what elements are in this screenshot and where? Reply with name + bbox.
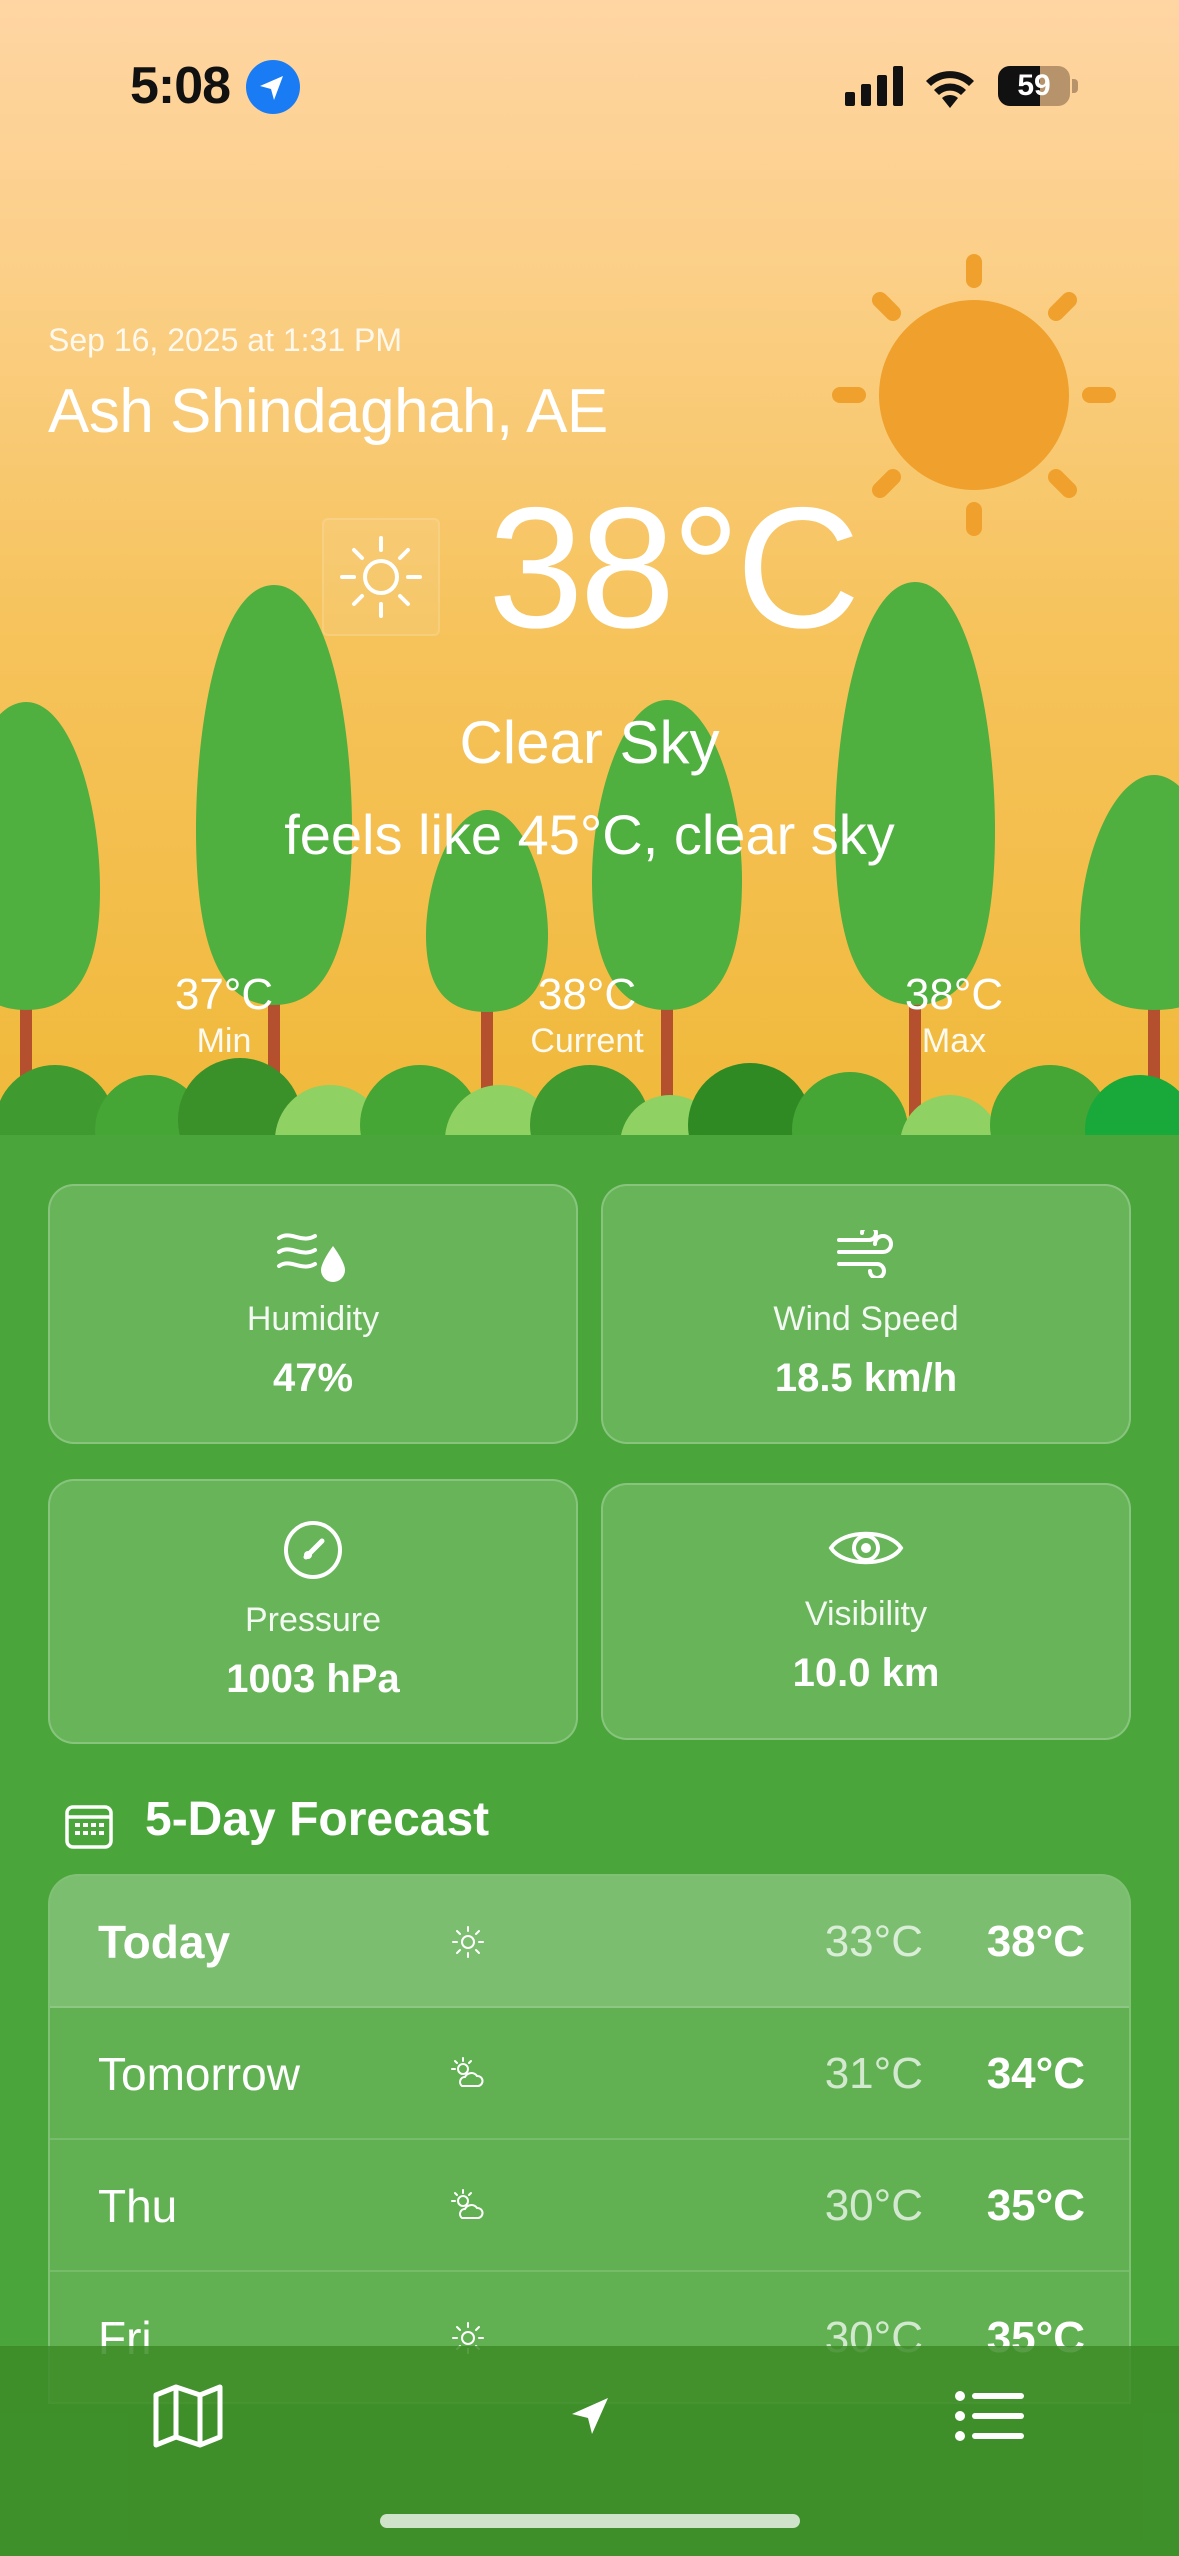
status-bar: 5:08 59 [0,0,1179,170]
sun-illustration [832,254,1116,536]
battery-percentage: 59 [1017,69,1051,102]
pressure-card: Pressure 1003 hPa [48,1479,578,1744]
forecast-high: 35°C [986,2181,1085,2230]
home-indicator[interactable] [380,2514,800,2528]
visibility-value: 10.0 km [792,1651,940,1695]
humidity-value: 47% [272,1356,354,1400]
current-temperature-value: 38°C [537,970,637,1019]
wind-speed-card: Wind Speed 18.5 km/h [601,1184,1131,1444]
max-temperature-value: 38°C [904,970,1004,1019]
current-temperature-summary: 38°C Current [467,970,707,1061]
sun-icon [322,518,440,636]
max-temperature-label: Max [921,1022,987,1060]
calendar-icon [65,1805,113,1849]
forecast-day: Today [98,1916,231,1968]
forecast-row-thu[interactable]: Thu 30°C 35°C [50,2140,1129,2272]
forecast-high: 38°C [986,1917,1085,1966]
pressure-label: Pressure [244,1601,382,1639]
forecast-day: Tomorrow [98,2048,300,2100]
location-services-icon [246,60,300,114]
forecast-row-today[interactable]: Today 33°C 38°C [50,1876,1129,2008]
min-temperature-label: Min [196,1022,252,1060]
visibility-card: Visibility 10.0 km [601,1483,1131,1740]
wind-icon [837,1230,893,1278]
forecast-day: Thu [98,2180,178,2232]
forecast-low: 31°C [824,2049,923,2098]
min-temperature-value: 37°C [174,970,274,1019]
partly-cloudy-icon [451,2189,484,2219]
list-tab-button[interactable] [930,2366,1050,2466]
min-temperature: 37°C Min [104,970,344,1061]
max-temperature: 38°C Max [834,970,1074,1061]
weather-condition: Clear Sky [459,709,720,776]
eye-icon [828,1531,904,1565]
sun-icon [452,1926,484,1958]
forecast-title: 5-Day Forecast [145,1793,490,1846]
map-tab-button[interactable] [128,2366,248,2466]
forecast-low: 30°C [824,2181,923,2230]
current-location-button[interactable] [530,2366,650,2466]
current-temperature-label: Current [530,1022,644,1060]
list-icon [955,2391,1024,2441]
humidity-card: Humidity 47% [48,1184,578,1444]
feels-like-text: feels like 45°C, clear sky [284,803,895,866]
gauge-icon [284,1521,342,1579]
status-time: 5:08 [130,57,231,115]
last-updated-datetime: Sep 16, 2025 at 1:31 PM [48,322,403,358]
visibility-label: Visibility [804,1595,928,1633]
battery-icon: 59 [998,66,1078,106]
humidity-icon [277,1233,345,1282]
forecast-high: 34°C [986,2049,1085,2098]
city-name: Ash Shindaghah, AE [48,377,608,446]
forecast-list: Today 33°C 38°C Tomorrow 31°C 34°C Thu 3… [48,1874,1131,2404]
wind-speed-label: Wind Speed [773,1300,959,1338]
forecast-low: 33°C [824,1917,923,1966]
current-temperature: 38°C [488,472,860,664]
pressure-value: 1003 hPa [226,1657,400,1701]
forecast-row-tomorrow[interactable]: Tomorrow 31°C 34°C [50,2008,1129,2140]
cellular-signal-icon [845,66,903,106]
humidity-label: Humidity [246,1300,380,1338]
partly-cloudy-icon [451,2057,484,2087]
wifi-icon [926,71,974,108]
location-arrow-icon [572,2398,608,2434]
wind-speed-value: 18.5 km/h [774,1356,958,1400]
map-icon [153,2384,223,2448]
